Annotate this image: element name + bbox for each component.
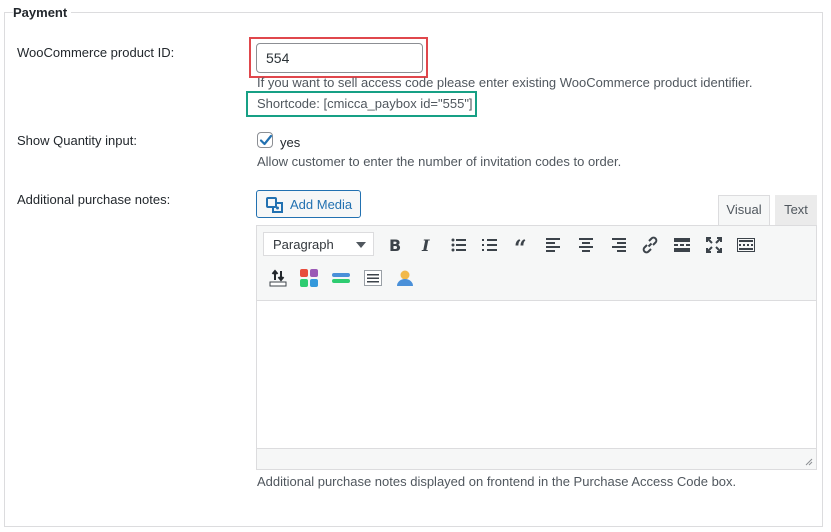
bold-icon[interactable]: B [384,234,406,256]
read-more-icon[interactable] [671,234,693,256]
section-legend: Payment [13,5,72,20]
format-select[interactable]: Paragraph [263,232,374,256]
quantity-checkbox[interactable] [257,132,273,148]
svg-text:B: B [389,237,401,253]
user-icon[interactable] [394,267,416,289]
divider-icon[interactable] [330,267,352,289]
svg-text:“: “ [514,238,527,252]
product-id-label: WooCommerce product ID: [17,45,175,60]
link-icon[interactable] [639,234,661,256]
toolbar-toggle-icon[interactable] [735,234,757,256]
quantity-checkbox-label: yes [280,135,301,150]
shortcode-text: Shortcode: [cmicca_paybox id="555"] [257,96,473,111]
fullscreen-icon[interactable] [703,234,725,256]
align-center-icon[interactable] [575,234,597,256]
notes-label: Additional purchase notes: [17,192,171,207]
notes-description: Additional purchase notes displayed on f… [257,474,737,489]
resize-handle-icon[interactable] [805,458,813,466]
align-left-icon[interactable] [543,234,565,256]
tab-text[interactable]: Text [775,195,817,225]
italic-icon[interactable]: I [416,234,438,256]
rich-text-editor: Paragraph B I “ [256,225,817,470]
blockquote-icon[interactable]: “ [511,234,533,256]
product-id-input[interactable]: 554 [256,43,423,73]
quantity-description: Allow customer to enter the number of in… [257,154,622,169]
color-grid-icon[interactable] [298,267,320,289]
add-media-button[interactable]: Add Media [256,190,361,218]
bulleted-list-icon[interactable] [448,234,470,256]
editor-statusbar [257,448,816,469]
numbered-list-icon[interactable] [479,234,501,256]
chevron-down-icon [356,242,366,248]
product-id-description: If you want to sell access code please e… [257,75,753,90]
quantity-label: Show Quantity input: [17,133,137,148]
svg-text:I: I [421,237,430,253]
sort-icon[interactable] [267,267,289,289]
align-right-icon[interactable] [607,234,629,256]
checkmark-icon [259,134,273,146]
media-icon [266,197,283,213]
list-block-icon[interactable] [362,267,384,289]
tab-visual[interactable]: Visual [718,195,770,225]
format-select-value: Paragraph [273,237,334,252]
add-media-label: Add Media [290,197,353,212]
editor-toolbar: Paragraph B I “ [257,226,816,301]
